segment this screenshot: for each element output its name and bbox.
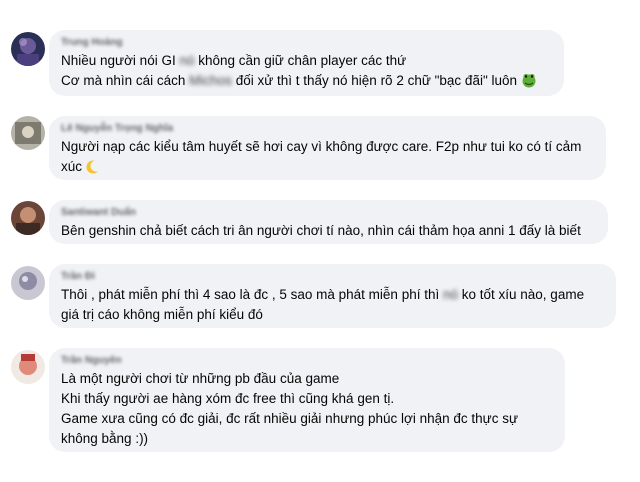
comment-author[interactable]: Santiwant Duẩn [61, 206, 596, 219]
avatar-image [11, 266, 45, 300]
avatar[interactable] [11, 201, 45, 235]
comment-author[interactable]: Trung Hoàng [61, 36, 552, 49]
comment-bubble: Trần Đỉ Thôi , phát miễn phí thì 4 sao l… [49, 264, 616, 328]
comment-text: Nhiều người nói GI nó không cần giữ chân… [61, 51, 552, 94]
comment-text-segment: Người nạp các kiểu tâm huyết sẽ hơi cay … [61, 139, 582, 174]
comment-text-segment: Cơ mà nhìn cái cách [61, 73, 190, 88]
frog-emoji-icon [521, 72, 537, 94]
comment-text: Bên genshin chả biết cách tri ân người c… [61, 223, 581, 238]
blurred-word: Michos [189, 73, 232, 88]
comment-text-segment: Nhiều người nói GI [61, 53, 180, 68]
comment-text-segment: đối xử thì t thấy nó hiện rõ 2 chữ "bạc … [231, 73, 521, 88]
comment-bubble: Santiwant Duẩn Bên genshin chả biết cách… [49, 200, 608, 244]
avatar[interactable] [11, 116, 45, 150]
comment-text: Là một người chơi từ những pb đầu của ga… [61, 371, 519, 446]
avatar-image [11, 32, 45, 66]
crescent-emoji-icon [86, 160, 102, 180]
avatar[interactable] [11, 350, 45, 384]
comment-text: Người nạp các kiểu tâm huyết sẽ hơi cay … [61, 137, 594, 180]
comment-bubble: Trần Nguyên Là một người chơi từ những p… [49, 348, 565, 452]
comment-text-segment: giá trị cáo không miễn phí kiểu đó [61, 307, 263, 322]
blurred-word: nó [179, 53, 195, 68]
comment-text: Thôi , phát miễn phí thì 4 sao là đc , 5… [61, 285, 604, 325]
avatar-image [11, 116, 45, 150]
avatar[interactable] [11, 32, 45, 66]
comment-author[interactable]: Trần Đỉ [61, 270, 604, 283]
comment-bubble: Trung Hoàng Nhiều người nói GI nó không … [49, 30, 564, 96]
avatar-image [11, 201, 45, 235]
comment-text-segment: không cần giữ chân player các thứ [194, 53, 407, 68]
comment-text-segment: Thôi , phát miễn phí thì 4 sao là đc , 5… [61, 287, 443, 302]
comment-author[interactable]: Trần Nguyên [61, 354, 553, 367]
avatar[interactable] [11, 266, 45, 300]
avatar-image [11, 350, 45, 384]
comment-text-segment: ko tốt xíu nào, game [458, 287, 585, 302]
blurred-word: nó [442, 287, 458, 302]
comment-author[interactable]: Lê Nguyễn Trọng Nghĩa [61, 122, 594, 135]
comment-bubble: Lê Nguyễn Trọng Nghĩa Người nạp các kiểu… [49, 116, 606, 180]
